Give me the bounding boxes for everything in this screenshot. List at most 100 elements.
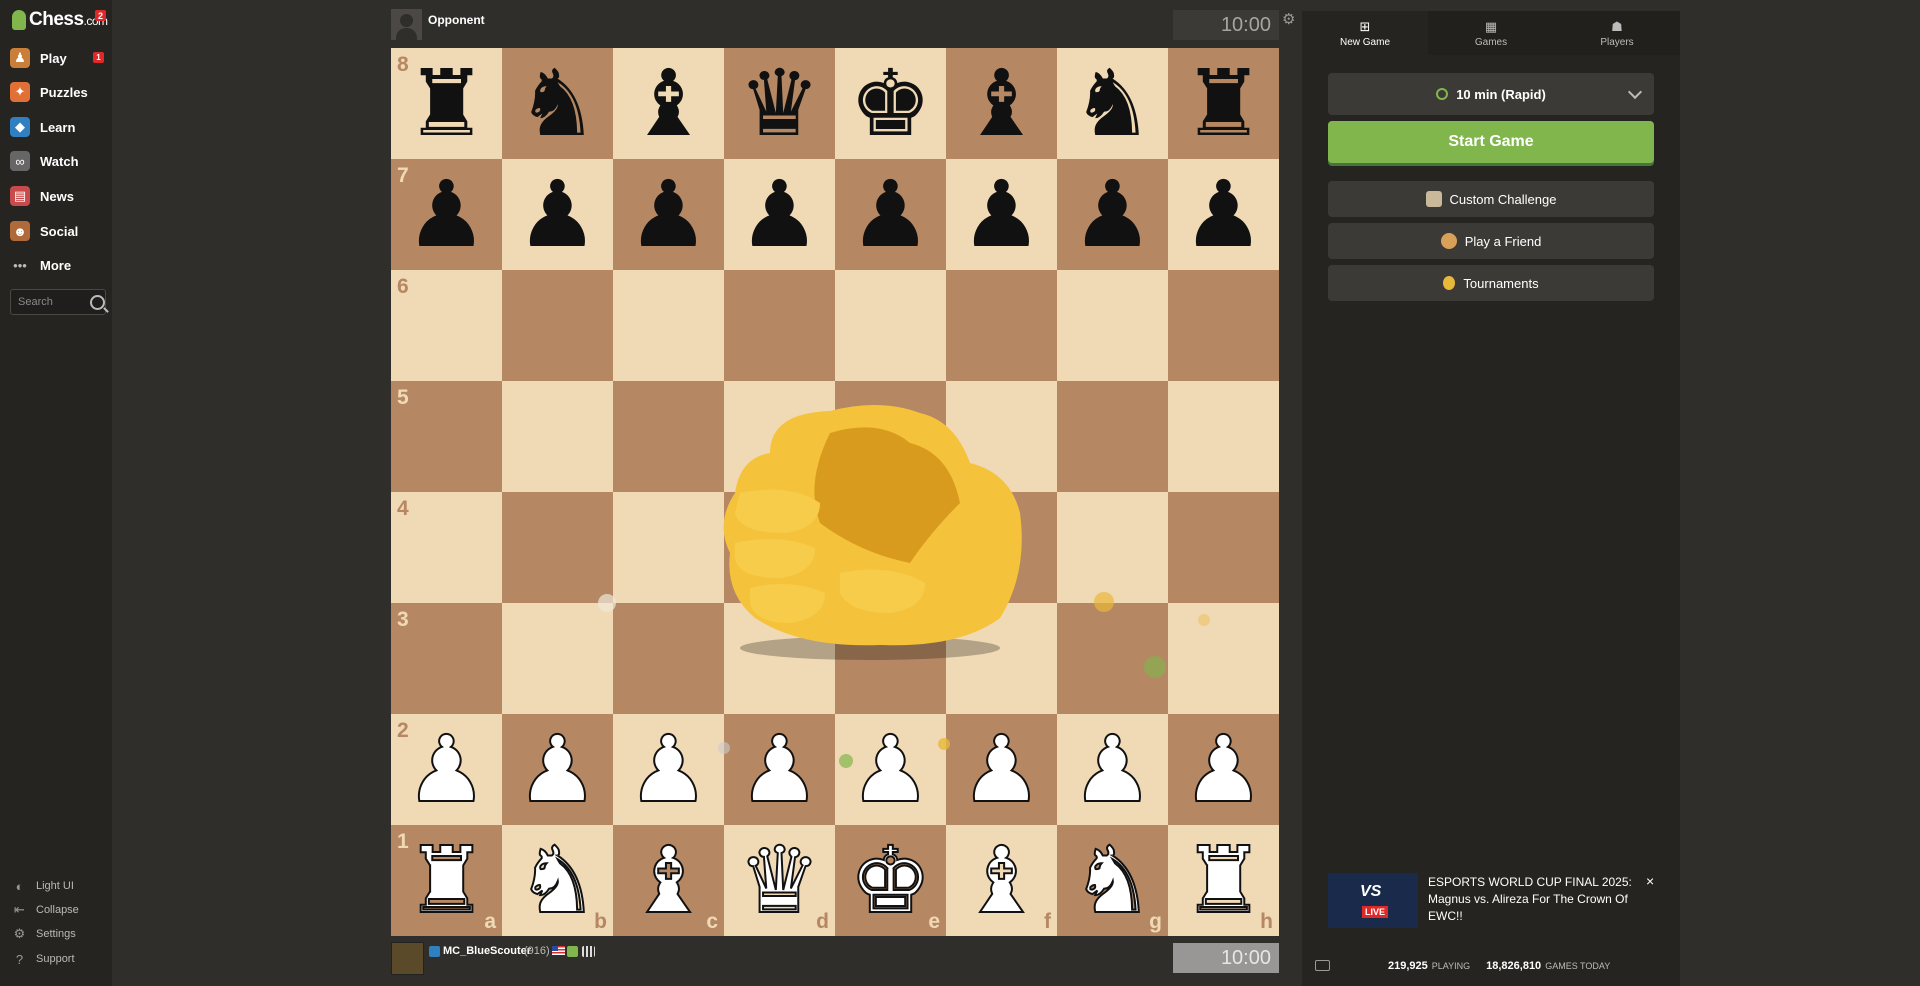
square-a4[interactable]: 4 xyxy=(391,492,502,603)
square-a1[interactable]: 1 a ♜ xyxy=(391,825,502,936)
square-h8[interactable]: ♜ xyxy=(1168,48,1279,159)
black-queen-icon[interactable]: ♛ xyxy=(724,48,835,159)
square-h6[interactable] xyxy=(1168,270,1279,381)
custom-challenge-button[interactable]: Custom Challenge xyxy=(1328,181,1654,217)
square-a8[interactable]: 8 ♜ xyxy=(391,48,502,159)
player-name[interactable]: MC_BlueScouter xyxy=(443,945,531,957)
black-knight-icon[interactable]: ♞ xyxy=(502,48,613,159)
square-d1[interactable]: d ♛ xyxy=(724,825,835,936)
square-g1[interactable]: g ♞ xyxy=(1057,825,1168,936)
white-queen-icon[interactable]: ♛ xyxy=(724,825,835,936)
chat-icon[interactable] xyxy=(1315,960,1330,971)
square-a7[interactable]: 7 ♟ xyxy=(391,159,502,270)
play-a-friend-button[interactable]: Play a Friend xyxy=(1328,223,1654,259)
square-f6[interactable] xyxy=(946,270,1057,381)
black-pawn-icon[interactable]: ♟ xyxy=(502,159,613,270)
white-pawn-icon[interactable]: ♟ xyxy=(391,714,502,825)
black-rook-icon[interactable]: ♜ xyxy=(391,48,502,159)
square-g8[interactable]: ♞ xyxy=(1057,48,1168,159)
square-d2[interactable]: ♟ xyxy=(724,714,835,825)
sidebar-item-more[interactable]: ••• More xyxy=(10,250,108,280)
white-bishop-icon[interactable]: ♝ xyxy=(613,825,724,936)
white-pawn-icon[interactable]: ♟ xyxy=(835,714,946,825)
start-game-button[interactable]: Start Game xyxy=(1328,121,1654,163)
black-pawn-icon[interactable]: ♟ xyxy=(1057,159,1168,270)
white-pawn-icon[interactable]: ♟ xyxy=(502,714,613,825)
square-d7[interactable]: ♟ xyxy=(724,159,835,270)
square-h3[interactable] xyxy=(1168,603,1279,714)
black-bishop-icon[interactable]: ♝ xyxy=(946,48,1057,159)
square-f2[interactable]: ♟ xyxy=(946,714,1057,825)
sidebar-item-news[interactable]: ▤ News xyxy=(10,181,108,211)
close-icon[interactable]: × xyxy=(1646,873,1654,889)
square-e1[interactable]: e ♚ xyxy=(835,825,946,936)
white-knight-icon[interactable]: ♞ xyxy=(1057,825,1168,936)
collapse-button[interactable]: ⇤ Collapse xyxy=(12,900,79,920)
square-h7[interactable]: ♟ xyxy=(1168,159,1279,270)
tab-games[interactable]: ▦ Games xyxy=(1428,11,1554,55)
black-pawn-icon[interactable]: ♟ xyxy=(1168,159,1279,270)
player-avatar[interactable] xyxy=(391,942,424,975)
black-pawn-icon[interactable]: ♟ xyxy=(613,159,724,270)
promo-banner[interactable]: VS LIVE ESPORTS WORLD CUP FINAL 2025: Ma… xyxy=(1328,873,1668,933)
square-h2[interactable]: ♟ xyxy=(1168,714,1279,825)
square-c1[interactable]: c ♝ xyxy=(613,825,724,936)
square-b3[interactable] xyxy=(502,603,613,714)
square-b2[interactable]: ♟ xyxy=(502,714,613,825)
black-pawn-icon[interactable]: ♟ xyxy=(946,159,1057,270)
sidebar-item-social[interactable]: ☻ Social xyxy=(10,216,108,246)
white-knight-icon[interactable]: ♞ xyxy=(502,825,613,936)
square-d8[interactable]: ♛ xyxy=(724,48,835,159)
search-input[interactable] xyxy=(11,295,86,309)
square-b5[interactable] xyxy=(502,381,613,492)
square-b8[interactable]: ♞ xyxy=(502,48,613,159)
time-control-select[interactable]: 10 min (Rapid) xyxy=(1328,73,1654,115)
square-h4[interactable] xyxy=(1168,492,1279,603)
square-d6[interactable] xyxy=(724,270,835,381)
square-e8[interactable]: ♚ xyxy=(835,48,946,159)
sidebar-item-play[interactable]: ♟ Play 1 xyxy=(10,43,108,73)
square-e7[interactable]: ♟ xyxy=(835,159,946,270)
square-g2[interactable]: ♟ xyxy=(1057,714,1168,825)
square-g6[interactable] xyxy=(1057,270,1168,381)
square-c7[interactable]: ♟ xyxy=(613,159,724,270)
light-ui-toggle[interactable]: ◐ Light UI xyxy=(12,876,74,896)
chess-com-logo[interactable]: Chess.com xyxy=(12,8,108,32)
black-pawn-icon[interactable]: ♟ xyxy=(835,159,946,270)
square-a6[interactable]: 6 xyxy=(391,270,502,381)
black-pawn-icon[interactable]: ♟ xyxy=(724,159,835,270)
search-icon[interactable] xyxy=(90,294,105,310)
tab-players[interactable]: ☗ Players xyxy=(1554,11,1680,55)
settings-link[interactable]: ⚙ Settings xyxy=(12,924,76,944)
square-a2[interactable]: 2 ♟ xyxy=(391,714,502,825)
square-g5[interactable] xyxy=(1057,381,1168,492)
tournaments-button[interactable]: Tournaments xyxy=(1328,265,1654,301)
board-settings-gear-icon[interactable]: ⚙ xyxy=(1282,10,1295,28)
square-b6[interactable] xyxy=(502,270,613,381)
square-b4[interactable] xyxy=(502,492,613,603)
square-f1[interactable]: f ♝ xyxy=(946,825,1057,936)
black-rook-icon[interactable]: ♜ xyxy=(1168,48,1279,159)
square-c3[interactable] xyxy=(613,603,724,714)
white-pawn-icon[interactable]: ♟ xyxy=(1168,714,1279,825)
white-pawn-icon[interactable]: ♟ xyxy=(946,714,1057,825)
tab-new-game[interactable]: ⊞ New Game xyxy=(1302,11,1428,55)
sidebar-item-puzzles[interactable]: ✦ Puzzles xyxy=(10,77,108,107)
white-pawn-icon[interactable]: ♟ xyxy=(724,714,835,825)
white-bishop-icon[interactable]: ♝ xyxy=(946,825,1057,936)
white-pawn-icon[interactable]: ♟ xyxy=(613,714,724,825)
square-c5[interactable] xyxy=(613,381,724,492)
square-c4[interactable] xyxy=(613,492,724,603)
white-rook-icon[interactable]: ♜ xyxy=(391,825,502,936)
square-e2[interactable]: ♟ xyxy=(835,714,946,825)
square-f8[interactable]: ♝ xyxy=(946,48,1057,159)
white-pawn-icon[interactable]: ♟ xyxy=(1057,714,1168,825)
square-h1[interactable]: h ♜ xyxy=(1168,825,1279,936)
square-e6[interactable] xyxy=(835,270,946,381)
sidebar-item-learn[interactable]: ◆ Learn xyxy=(10,112,108,142)
black-pawn-icon[interactable]: ♟ xyxy=(391,159,502,270)
square-f7[interactable]: ♟ xyxy=(946,159,1057,270)
square-b1[interactable]: b ♞ xyxy=(502,825,613,936)
square-a5[interactable]: 5 xyxy=(391,381,502,492)
square-a3[interactable]: 3 xyxy=(391,603,502,714)
